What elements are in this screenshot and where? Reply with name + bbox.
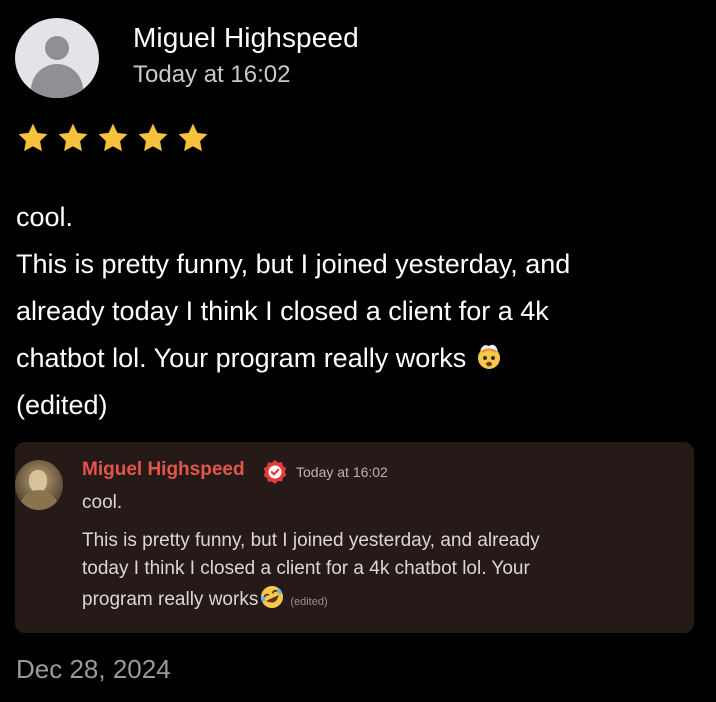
avatar-body-shape <box>31 64 83 98</box>
embed-text: cool. This is pretty funny, but I joined… <box>82 489 652 616</box>
avatar-head-shape <box>45 36 69 60</box>
review-line: This is pretty funny, but I joined yeste… <box>16 249 571 279</box>
embed-line: This is pretty funny, but I joined yeste… <box>82 530 540 551</box>
rolling-laughing-emoji-icon <box>258 583 286 611</box>
embed-line: cool. <box>82 492 123 513</box>
review-line: cool. <box>16 202 74 232</box>
embed-avatar-face-shape <box>29 470 47 492</box>
star-icon <box>56 121 90 155</box>
embed-line-text: program really works <box>82 589 259 610</box>
embed-author-name: Miguel Highspeed <box>82 459 245 480</box>
star-icon <box>96 121 130 155</box>
star-icon <box>16 121 50 155</box>
exploding-head-emoji-icon <box>474 339 504 369</box>
embed-line-gap <box>82 517 652 527</box>
edited-label: (edited) <box>290 596 328 608</box>
review-line-text: chatbot lol. Your program really works <box>16 343 467 373</box>
review-date: Dec 28, 2024 <box>16 654 171 684</box>
verified-badge-icon <box>262 459 288 485</box>
star-icon <box>136 121 170 155</box>
review-line: chatbot lol. Your program really works <box>16 335 706 382</box>
review-line: already today I think I closed a client … <box>16 296 549 326</box>
embed-line: program really works (edited) <box>82 583 652 616</box>
avatar <box>15 18 99 98</box>
review-line: (edited) <box>16 390 108 420</box>
embed-avatar <box>15 460 63 510</box>
author-name: Miguel Highspeed <box>133 22 359 53</box>
embed-line: today I think I closed a client for a 4k… <box>82 558 530 579</box>
review-text: cool. This is pretty funny, but I joined… <box>16 194 706 429</box>
embed-avatar-body-shape <box>19 490 59 510</box>
embedded-message: Miguel Highspeed Today at 16:02 cool. Th… <box>15 442 694 633</box>
star-icon <box>176 121 210 155</box>
star-rating <box>16 121 210 155</box>
embed-time: Today at 16:02 <box>296 464 388 480</box>
review-time: Today at 16:02 <box>133 61 291 88</box>
